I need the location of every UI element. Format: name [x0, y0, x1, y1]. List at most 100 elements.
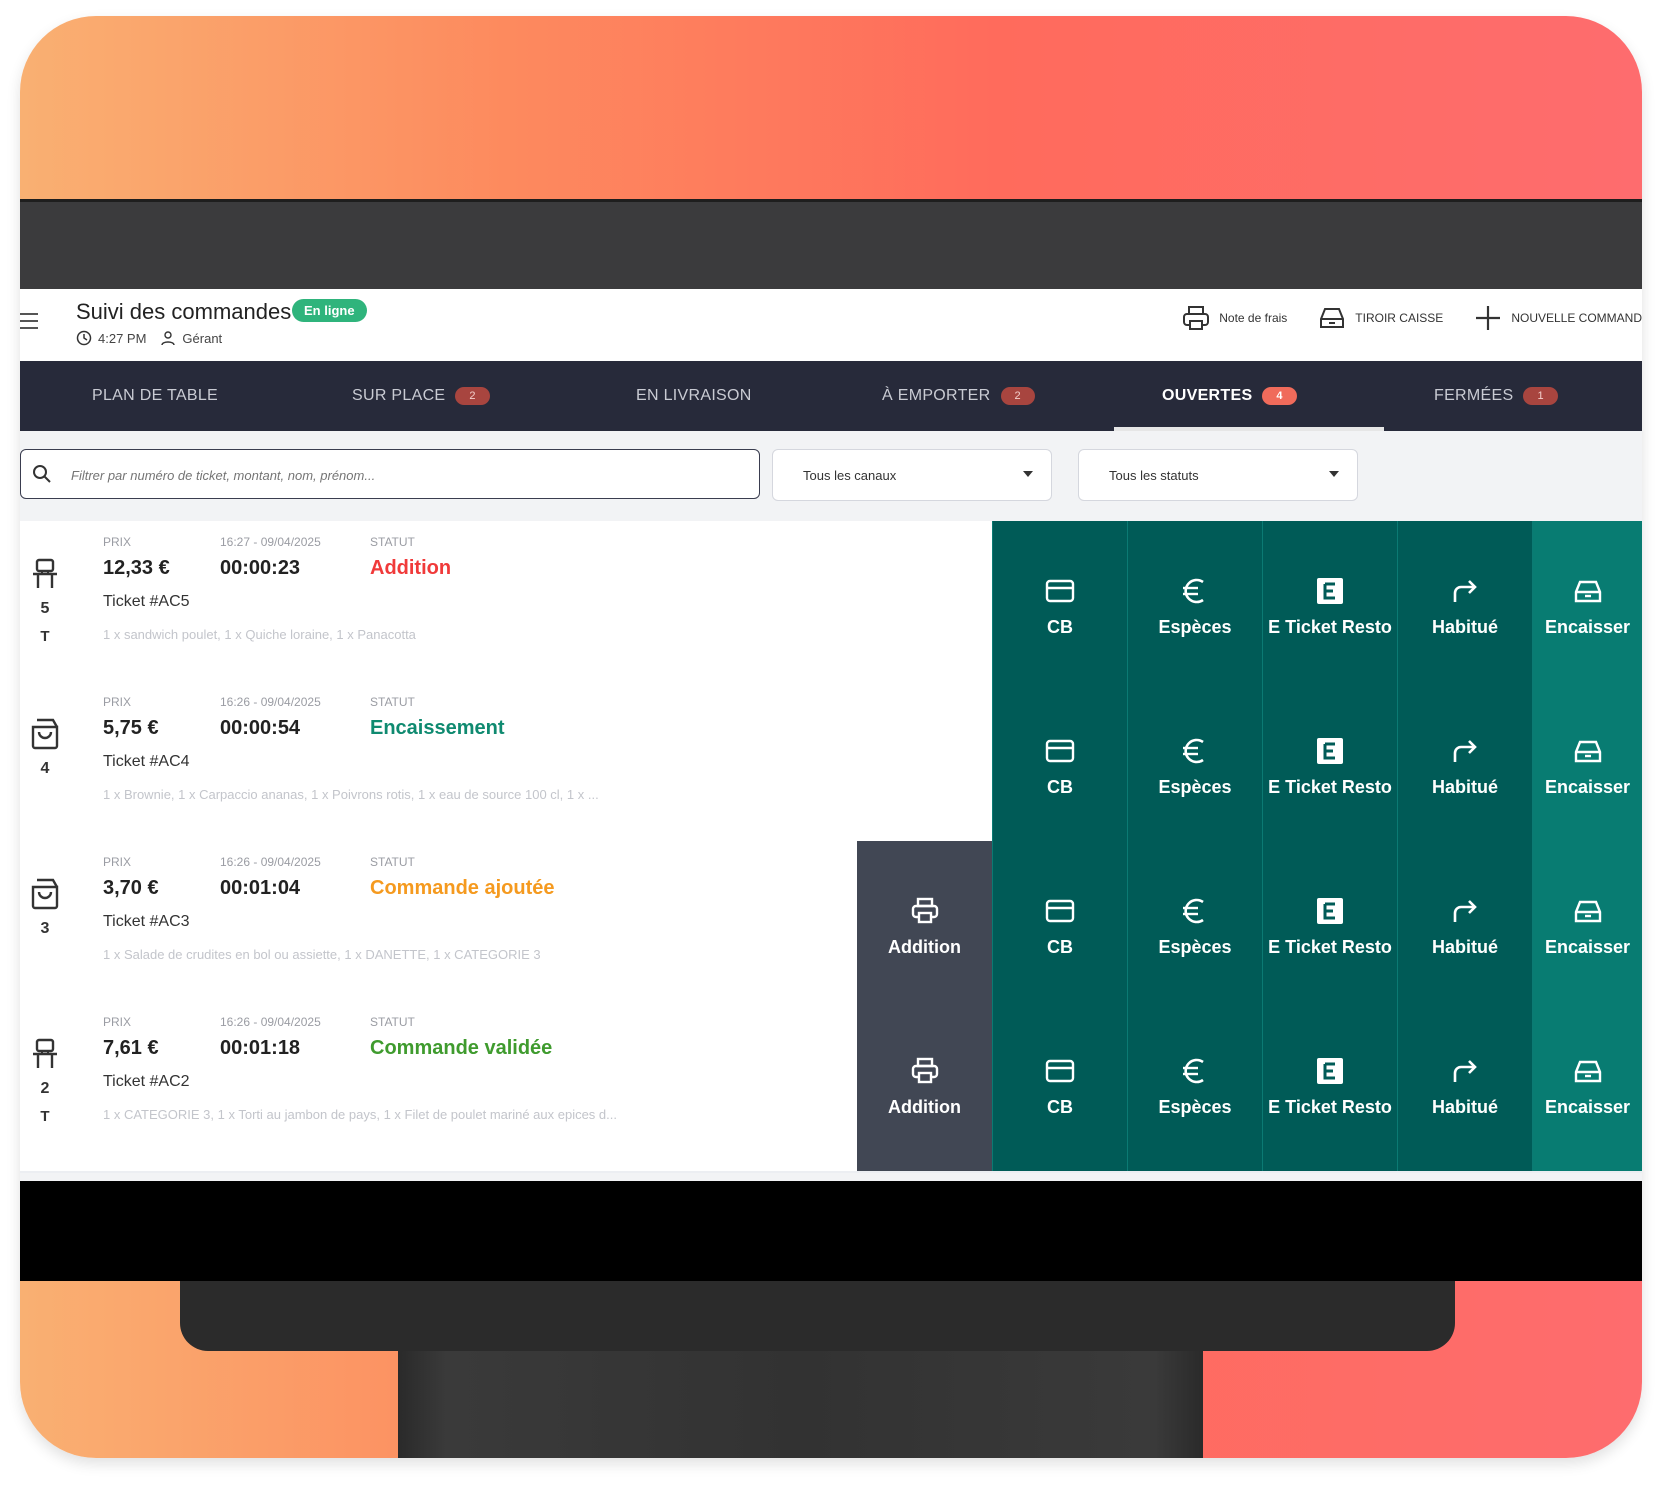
euro-icon	[1183, 578, 1204, 603]
e-ticket-resto-button[interactable]: E Ticket Resto	[1262, 681, 1397, 851]
order-row[interactable]: 3 PRIX 16:26 - 09/04/2025 STATUT 3,70 € …	[20, 841, 1642, 1013]
order-row[interactable]: 5 T PRIX 16:27 - 09/04/2025 STATUT 12,33…	[20, 521, 1642, 693]
new-order-button[interactable]: NOUVELLE COMMAND	[1473, 303, 1642, 333]
cash-drawer-button[interactable]: TIROIR CAISSE	[1317, 303, 1443, 333]
action-label: CB	[1047, 1096, 1073, 1117]
e-ticket-resto-button[interactable]: E Ticket Resto	[1262, 521, 1397, 691]
tab-fermees[interactable]: FERMÉES 1	[1434, 361, 1558, 431]
tab-label: OUVERTES	[1162, 387, 1253, 404]
order-actions: CB Espèces E Ticket Resto Habitué Encaisser	[992, 681, 1642, 851]
card-icon	[1045, 579, 1075, 602]
especes-button[interactable]: Espèces	[1127, 1001, 1262, 1171]
search-input[interactable]	[69, 460, 733, 490]
action-label: Encaisser	[1544, 776, 1631, 797]
cash-drawer-label: TIROIR CAISSE	[1355, 311, 1444, 325]
order-row[interactable]: 4 PRIX 16:26 - 09/04/2025 STATUT 5,75 € …	[20, 681, 1642, 853]
tab-count-badge: 1	[1523, 387, 1558, 405]
chair-icon	[33, 1038, 57, 1068]
especes-button[interactable]: Espèces	[1127, 841, 1262, 1011]
euro-icon	[1183, 738, 1204, 763]
session-meta: 4:27 PM Gérant	[76, 330, 222, 346]
printer-icon	[1183, 306, 1210, 330]
e-ticket-resto-button[interactable]: E Ticket Resto	[1262, 1001, 1397, 1171]
e-ticket-resto-button[interactable]: E Ticket Resto	[1262, 841, 1397, 1011]
printer-icon	[911, 1057, 938, 1083]
encaisser-button[interactable]: Encaisser	[1532, 681, 1642, 851]
card-icon	[1045, 1059, 1075, 1082]
encaisser-button[interactable]: Encaisser	[1532, 1001, 1642, 1171]
order-type: 2 T	[28, 1037, 62, 1125]
action-label: Espèces	[1158, 936, 1232, 957]
channel-select[interactable]: Tous les canaux	[772, 449, 1052, 501]
cb-button[interactable]: CB	[992, 841, 1127, 1011]
cb-button[interactable]: CB	[992, 1001, 1127, 1171]
action-label: CB	[1047, 776, 1073, 797]
habitue-button[interactable]: Habitué	[1397, 521, 1532, 691]
datetime-label: 16:26 - 09/04/2025	[220, 855, 321, 869]
expense-note-button[interactable]: Note de frais	[1181, 303, 1287, 333]
tab-ouvertes[interactable]: OUVERTES 4	[1162, 361, 1297, 431]
habitue-button[interactable]: Habitué	[1397, 1001, 1532, 1171]
share-arrow-icon	[1453, 899, 1477, 922]
menu-icon[interactable]	[20, 313, 38, 333]
card-icon	[1045, 899, 1075, 922]
ticket-number: Ticket #AC3	[103, 913, 190, 930]
share-arrow-icon	[1453, 579, 1477, 602]
chevron-down-icon	[1023, 471, 1033, 477]
search-box	[20, 449, 760, 499]
order-number: 3	[40, 920, 50, 937]
habitue-button[interactable]: Habitué	[1397, 841, 1532, 1011]
status-badge: En ligne	[292, 299, 367, 322]
bag-icon	[31, 878, 59, 910]
tab-sur-place[interactable]: SUR PLACE 2	[352, 361, 490, 431]
habitue-button[interactable]: Habitué	[1397, 681, 1532, 851]
especes-button[interactable]: Espèces	[1127, 521, 1262, 691]
action-label: Habitué	[1431, 616, 1498, 637]
especes-button[interactable]: Espèces	[1127, 681, 1262, 851]
clock-icon	[76, 330, 92, 346]
order-actions: CB Espèces E Ticket Resto Habitué Encaisser	[992, 521, 1642, 691]
order-price: 7,61 €	[103, 1037, 159, 1059]
encaisser-button[interactable]: Encaisser	[1532, 521, 1642, 691]
order-items: 1 x sandwich poulet, 1 x Quiche loraine,…	[103, 627, 416, 642]
order-items: 1 x Salade de crudites en bol ou assiett…	[103, 947, 541, 962]
tab-label: SUR PLACE	[352, 387, 446, 404]
cash-drawer-icon	[1574, 900, 1601, 922]
addition-button[interactable]: Addition	[857, 841, 992, 1011]
euro-icon	[1183, 1058, 1204, 1083]
user-icon	[161, 331, 176, 346]
tab-label: EN LIVRAISON	[636, 387, 752, 404]
monitor-bezel-bottom	[20, 1181, 1642, 1281]
addition-label: Addition	[888, 1096, 961, 1117]
order-number: 4	[40, 760, 50, 777]
order-duration: 00:01:18	[220, 1037, 301, 1059]
ticket-resto-icon	[1317, 577, 1343, 604]
action-label: Habitué	[1431, 936, 1498, 957]
price-label: PRIX	[103, 855, 132, 869]
encaisser-button[interactable]: Encaisser	[1532, 841, 1642, 1011]
ticket-number: Ticket #AC2	[103, 1073, 190, 1090]
order-number: 5	[40, 600, 50, 617]
current-time: 4:27 PM	[98, 330, 147, 346]
cb-button[interactable]: CB	[992, 521, 1127, 691]
order-row[interactable]: 2 T PRIX 16:26 - 09/04/2025 STATUT 7,61 …	[20, 1001, 1642, 1173]
chair-icon	[33, 558, 57, 588]
addition-button[interactable]: Addition	[857, 1001, 992, 1171]
current-user: Gérant	[182, 330, 223, 346]
euro-icon	[1183, 898, 1204, 923]
order-status: Commande ajoutée	[370, 877, 555, 899]
order-items: 1 x Brownie, 1 x Carpaccio ananas, 1 x P…	[103, 787, 599, 802]
tab-label: FERMÉES	[1434, 387, 1514, 404]
tab-en-livraison[interactable]: EN LIVRAISON	[636, 361, 752, 431]
order-type: 5 T	[28, 557, 62, 645]
order-duration: 00:00:23	[220, 557, 301, 579]
tab-plan-de-table[interactable]: PLAN DE TABLE	[92, 361, 218, 431]
order-items: 1 x CATEGORIE 3, 1 x Torti au jambon de …	[103, 1107, 617, 1122]
action-label: Encaisser	[1544, 936, 1631, 957]
price-label: PRIX	[103, 695, 132, 709]
cb-button[interactable]: CB	[992, 681, 1127, 851]
status-select[interactable]: Tous les statuts	[1078, 449, 1358, 501]
order-status: Commande validée	[370, 1037, 553, 1059]
cash-drawer-icon	[1320, 308, 1345, 328]
tab-a-emporter[interactable]: À EMPORTER 2	[882, 361, 1035, 431]
